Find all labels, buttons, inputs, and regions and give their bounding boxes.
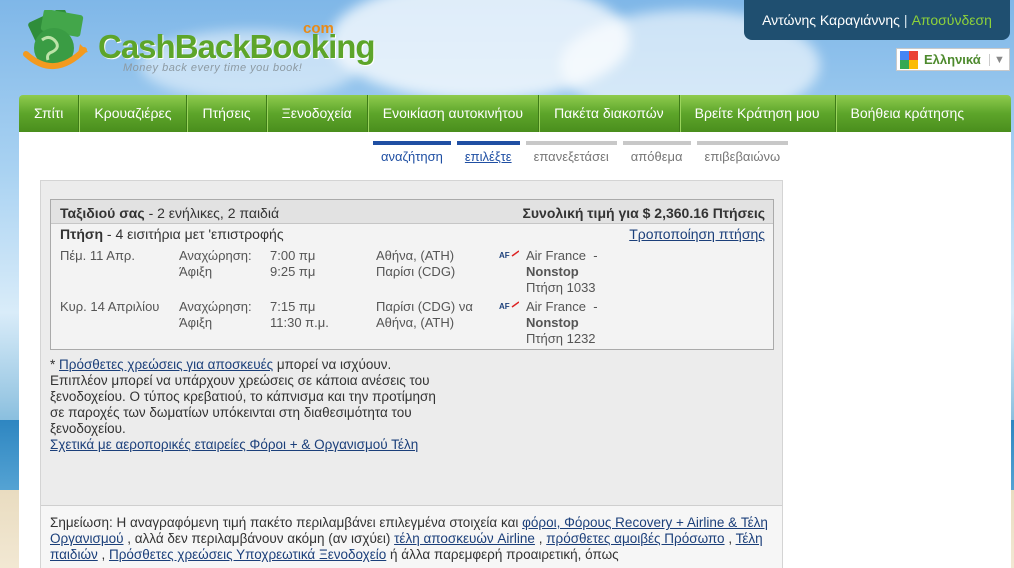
air-france-logo-icon: AF (499, 250, 519, 259)
brand-logo[interactable]: CashBackBooking com Money back every tim… (20, 8, 376, 88)
leg-labels: Αναχώρηση: Άφιξη (179, 299, 252, 330)
nav-item-home[interactable]: Σπίτι (19, 95, 80, 132)
hotel-note: Επιπλέον μπορεί να υπάρχουν χρεώσεις σε … (50, 373, 436, 436)
fee-notes: * Πρόσθετες χρεώσεις για αποσκευές μπορε… (50, 357, 436, 452)
logout-link[interactable]: Αποσύνδεση (912, 12, 992, 28)
person-fees-link[interactable]: πρόσθετες αμοιβές Πρόσωπο (546, 531, 724, 546)
leg-times: 7:15 πμ 11:30 π.μ. (270, 299, 329, 330)
brand-com: com (303, 20, 334, 37)
leg-date: Κυρ. 14 Απριλίου (60, 299, 160, 314)
svg-text:AF: AF (499, 302, 510, 310)
user-bar: Αντώνης Καραγιάννης | Αποσύνδεση (744, 0, 1010, 40)
leg-airline: Air France - Nonstop Πτήση 1033 (526, 248, 598, 295)
nav-item-booking-help[interactable]: Βοήθεια κράτησης (836, 95, 980, 132)
leg-times: 7:00 πμ 9:25 πμ (270, 248, 316, 279)
user-separator: | (903, 12, 908, 28)
airline-taxes-link[interactable]: Σχετικά με αεροπορικές εταιρείες Φόροι +… (50, 437, 418, 452)
google-translate-icon (900, 50, 918, 69)
flight-title: Πτήση - 4 εισιτήρια μετ 'επιστροφής (60, 226, 284, 242)
step-confirm: επιβεβαιώνω (696, 141, 789, 165)
step-reserve: απόθεμα (622, 141, 691, 165)
total-price: Συνολική τιμή για $ 2,360.16 Πτήσεις (522, 205, 766, 221)
step-search[interactable]: αναζήτηση (373, 141, 451, 165)
trip-details-box: Ταξιδιού σας - 2 ενήλικες, 2 παιδιά Συνο… (50, 199, 774, 350)
step-review: επανεξετάσει (525, 141, 617, 165)
price-disclaimer: Σημείωση: Η αναγραφόμενη τιμή πακέτο περ… (41, 505, 782, 568)
trip-header: Ταξιδιού σας - 2 ενήλικες, 2 παιδιά Συνο… (51, 200, 773, 224)
nav-item-find-booking[interactable]: Βρείτε Κράτηση μου (680, 95, 836, 132)
nav-item-vacation-packages[interactable]: Πακέτα διακοπών (539, 95, 680, 132)
hotel-mandatory-fees-link[interactable]: Πρόσθετες χρεώσεις Υποχρεωτικά Ξενοδοχεί… (109, 547, 386, 562)
leg-labels: Αναχώρηση: Άφιξη (179, 248, 252, 279)
leg-date: Πέμ. 11 Απρ. (60, 248, 135, 263)
baggage-fees-link-2[interactable]: τέλη αποσκευών Airline (394, 531, 535, 546)
leg-route: Αθήνα, (ATH) Παρίσι (CDG) (376, 248, 456, 279)
modify-flight-link[interactable]: Τροποποίηση πτήσης (629, 226, 765, 242)
language-select[interactable]: Ελληνικά ▼ (896, 48, 1010, 71)
flight-leg-outbound: Πέμ. 11 Απρ. Αναχώρηση: Άφιξη 7:00 πμ 9:25… (60, 248, 760, 295)
air-france-logo-icon: AF (499, 301, 519, 310)
step-select[interactable]: επιλέξτε (456, 141, 520, 165)
trip-travelers: Ταξιδιού σας - 2 ενήλικες, 2 παιδιά (60, 205, 280, 221)
svg-text:AF: AF (499, 251, 510, 259)
nav-item-cruises[interactable]: Κρουαζιέρες (79, 95, 188, 132)
baggage-fees-link[interactable]: Πρόσθετες χρεώσεις για αποσκευές (59, 357, 273, 372)
flight-leg-return: Κυρ. 14 Απριλίου Αναχώρηση: Άφιξη 7:15 πμ… (60, 299, 760, 346)
language-selected: Ελληνικά (924, 52, 981, 67)
brand-tagline: Money back every time you book! (123, 62, 303, 74)
user-name: Αντώνης Καραγιάννης (762, 12, 900, 28)
nav-item-hotels[interactable]: Ξενοδοχεία (267, 95, 368, 132)
booking-steps: αναζήτηση επιλέξτε επανεξετάσει απόθεμα … (373, 141, 789, 165)
leg-airline: Air France - Nonstop Πτήση 1232 (526, 299, 598, 346)
nav-item-flights[interactable]: Πτήσεις (187, 95, 267, 132)
nav-item-car-rental[interactable]: Ενοικίαση αυτοκινήτου (368, 95, 540, 132)
leg-route: Παρίσι (CDG) να Αθήνα, (ATH) (376, 299, 473, 330)
money-globe-icon (23, 10, 88, 70)
chevron-down-icon[interactable]: ▼ (989, 53, 1009, 66)
main-nav: Σπίτι Κρουαζιέρες Πτήσεις Ξενοδοχεία Ενο… (19, 95, 1011, 132)
